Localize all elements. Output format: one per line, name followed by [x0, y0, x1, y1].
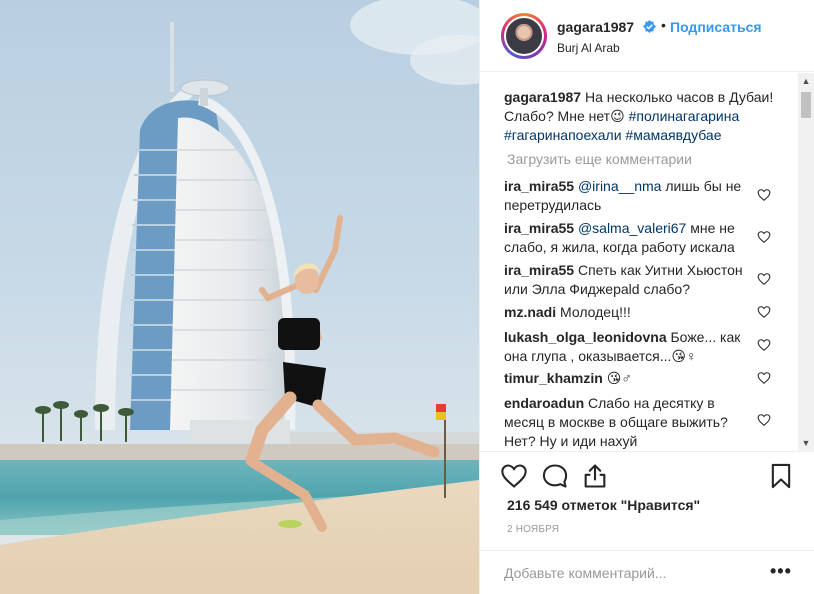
heart-outline-icon[interactable] [500, 462, 528, 490]
comment-text: Молодец!!! [556, 304, 631, 320]
caption-username[interactable]: gagara1987 [504, 89, 581, 105]
post-header: gagara1987 • Подписаться Burj Al Arab [480, 0, 814, 72]
post-actions [480, 451, 814, 501]
scroll-up-arrow-icon[interactable]: ▲ [798, 73, 814, 89]
comment-like-heart-icon[interactable] [757, 371, 771, 385]
comment-mention[interactable]: @irina__nma [578, 178, 661, 194]
load-more-comments-button[interactable]: Загрузить еще комментарии [507, 151, 692, 167]
comment-item: ira_mira55 @salma_valeri67 мне не слабо,… [504, 219, 754, 257]
comment-item: endaroadun Слабо на десятку в месяц в мо… [504, 394, 754, 451]
scroll-down-arrow-icon[interactable]: ▼ [798, 435, 814, 451]
comment-username[interactable]: endaroadun [504, 395, 584, 411]
author-username[interactable]: gagara1987 [557, 19, 634, 35]
likes-count[interactable]: 216 549 отметок "Нравится" [507, 497, 700, 513]
comment-mention[interactable]: @salma_valeri67 [578, 220, 686, 236]
comment-username[interactable]: mz.nadi [504, 304, 556, 320]
comment-username[interactable]: ira_mira55 [504, 262, 574, 278]
post-caption: gagara1987 На несколько часов в Дубаи! С… [504, 88, 794, 145]
avatar[interactable] [501, 13, 547, 59]
post-photo[interactable] [0, 0, 479, 594]
avatar-ring-gap [504, 16, 544, 56]
comment-username[interactable]: ira_mira55 [504, 220, 574, 236]
location-link[interactable]: Burj Al Arab [557, 41, 620, 55]
bookmark-icon[interactable] [767, 462, 795, 490]
comment-item: lukash_olga_leonidovna Боже... как она г… [504, 328, 754, 366]
follow-button[interactable]: Подписаться [670, 19, 762, 35]
add-comment-input[interactable] [504, 563, 754, 583]
comment-like-heart-icon[interactable] [757, 413, 771, 427]
comment-username[interactable]: ira_mira55 [504, 178, 574, 194]
comments-scrollbar[interactable]: ▲ ▼ [798, 73, 814, 451]
more-options-button[interactable]: ••• [770, 562, 792, 580]
comment-like-heart-icon[interactable] [757, 305, 771, 319]
comment-item: mz.nadi Молодец!!! [504, 303, 754, 322]
comment-username[interactable]: timur_khamzin [504, 370, 603, 386]
comment-bubble-icon[interactable] [541, 462, 569, 490]
comment-item: timur_khamzin 😘♂ [504, 369, 754, 388]
comment-like-heart-icon[interactable] [757, 188, 771, 202]
comments-list[interactable]: gagara1987 На несколько часов в Дубаи! С… [480, 73, 797, 451]
post-panel: gagara1987 • Подписаться Burj Al Arab ga… [479, 0, 814, 594]
comment-like-heart-icon[interactable] [757, 338, 771, 352]
verified-badge-icon [643, 20, 656, 33]
comment-text: 😘♂ [602, 370, 632, 386]
scrollbar-thumb[interactable] [801, 92, 811, 118]
share-upload-icon[interactable] [581, 462, 609, 490]
add-comment-bar: ••• [480, 550, 814, 594]
comment-item: ira_mira55 Спеть как Уитни Хьюстон или Э… [504, 261, 754, 299]
comment-like-heart-icon[interactable] [757, 230, 771, 244]
post-date[interactable]: 2 НОЯБРЯ [507, 524, 559, 535]
comment-like-heart-icon[interactable] [757, 272, 771, 286]
comment-username[interactable]: lukash_olga_leonidovna [504, 329, 667, 345]
comment-item: ira_mira55 @irina__nma лишь бы не перетр… [504, 177, 754, 215]
avatar-image [506, 18, 542, 54]
header-separator: • [661, 17, 666, 33]
photo-illustration [0, 0, 479, 594]
